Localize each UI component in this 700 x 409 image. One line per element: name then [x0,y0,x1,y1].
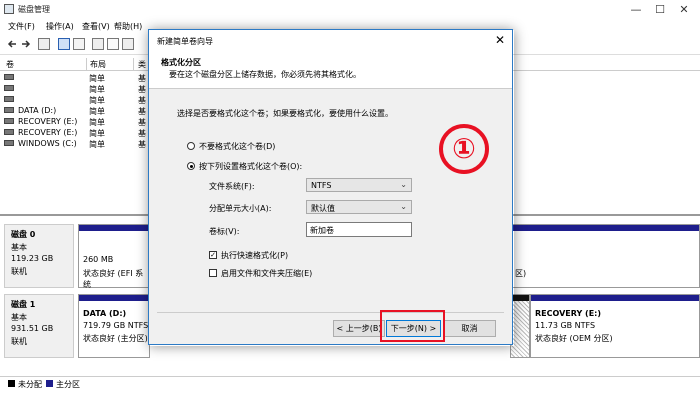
no-format-radio[interactable] [187,142,195,150]
file-system-select[interactable]: NTFS ⌄ [306,178,412,192]
menu-view[interactable]: 查看(V) [82,21,110,32]
volume-row[interactable]: RECOVERY (E:) 简单基 [0,116,150,127]
format-label[interactable]: 按下列设置格式化这个卷(O): [199,161,302,172]
allocation-unit-label: 分配单元大小(A): [209,204,272,213]
disk-management-icon [4,4,14,14]
dialog-heading: 格式化分区 [161,58,201,67]
menu-help[interactable]: 帮助(H) [114,21,142,32]
menu-file[interactable]: 文件(F) [8,21,35,32]
legend-primary: 主分区 [56,380,80,389]
volume-row[interactable]: DATA (D:) 简单基 [0,105,150,116]
chevron-down-icon: ⌄ [400,180,407,189]
dialog-titlebar: 新建简单卷向导 ✕ [149,30,512,52]
back-button[interactable]: < 上一步(B) [333,320,385,337]
chevron-down-icon: ⌄ [400,202,407,211]
column-layout[interactable]: 布局 [90,59,106,70]
volume-icon [4,140,14,146]
disk-0-partition-right[interactable]: 区) [510,224,700,288]
dialog-divider [157,312,504,313]
dialog-prompt: 选择是否要格式化这个卷；如果要格式化，要使用什么设置。 [177,109,393,118]
list-view-icon[interactable] [38,38,50,50]
column-type[interactable]: 类 [138,59,146,70]
window-titlebar: 磁盘管理 — ☐ ✕ [0,0,700,20]
disk-0-efi-partition[interactable]: 260 MB 状态良好 (EFI 系统 [78,224,150,289]
disk-1-data-partition[interactable]: DATA (D:) 719.79 GB NTFS 状态良好 (主分区) [78,294,150,358]
legend-primary-swatch [46,380,53,387]
volume-label-input[interactable]: 新加卷 [306,222,412,237]
disk-1-recovery-partition[interactable]: RECOVERY (E:) 11.73 GB NTFS 状态良好 (OEM 分区… [530,294,700,358]
volume-icon [4,118,14,124]
step-number-annotation: ① [439,124,489,174]
check-icon[interactable] [107,38,119,50]
highlight-box [380,310,445,342]
dialog-title: 新建简单卷向导 [157,37,213,46]
compression-checkbox[interactable] [209,269,217,277]
volume-row[interactable]: WINDOWS (C:) 简单基 [0,138,150,149]
volume-icon [4,129,14,135]
volume-icon [4,96,14,102]
help-icon[interactable] [58,38,70,50]
drive-icon[interactable] [92,38,104,50]
allocation-unit-select[interactable]: 默认值 ⌄ [306,200,412,214]
legend: 未分配 主分区 [0,376,700,391]
cancel-button[interactable]: 取消 [443,320,496,337]
new-simple-volume-wizard: 新建简单卷向导 ✕ 格式化分区 要在这个磁盘分区上储存数据，你必须先将其格式化。… [148,29,513,345]
column-volume[interactable]: 卷 [6,59,14,70]
maximize-button[interactable]: ☐ [652,3,668,16]
volume-row[interactable]: 简单基 [0,83,150,94]
volume-row[interactable]: RECOVERY (E:) 简单基 [0,127,150,138]
format-radio[interactable] [187,162,195,170]
dialog-header: 格式化分区 要在这个磁盘分区上储存数据，你必须先将其格式化。 [149,52,512,89]
volume-row[interactable]: 简单基 [0,72,150,83]
volume-icon [4,85,14,91]
volume-label-label: 卷标(V): [209,227,240,236]
back-arrow-icon[interactable] [6,38,18,50]
no-format-label[interactable]: 不要格式化这个卷(D) [199,141,275,152]
view-icon[interactable] [122,38,134,50]
legend-unallocated: 未分配 [18,380,42,389]
window-title: 磁盘管理 [18,5,50,14]
volume-icon [4,74,14,80]
quick-format-label[interactable]: 执行快速格式化(P) [221,250,288,261]
properties-icon[interactable] [73,38,85,50]
compression-label[interactable]: 启用文件和文件夹压缩(E) [221,268,312,279]
minimize-button[interactable]: — [628,3,644,16]
quick-format-checkbox[interactable]: ✓ [209,251,217,259]
dialog-close-button[interactable]: ✕ [493,33,507,47]
disk-1-label[interactable]: 磁盘 1 基本 931.51 GB 联机 [4,294,74,358]
close-button[interactable]: ✕ [676,3,692,16]
file-system-label: 文件系统(F): [209,182,255,191]
forward-arrow-icon[interactable] [20,38,32,50]
legend-unallocated-swatch [8,380,15,387]
volume-row[interactable]: 简单基 [0,94,150,105]
dialog-subheading: 要在这个磁盘分区上储存数据，你必须先将其格式化。 [169,70,361,79]
disk-0-label[interactable]: 磁盘 0 基本 119.23 GB 联机 [4,224,74,288]
volume-icon [4,107,14,113]
menu-action[interactable]: 操作(A) [46,21,74,32]
